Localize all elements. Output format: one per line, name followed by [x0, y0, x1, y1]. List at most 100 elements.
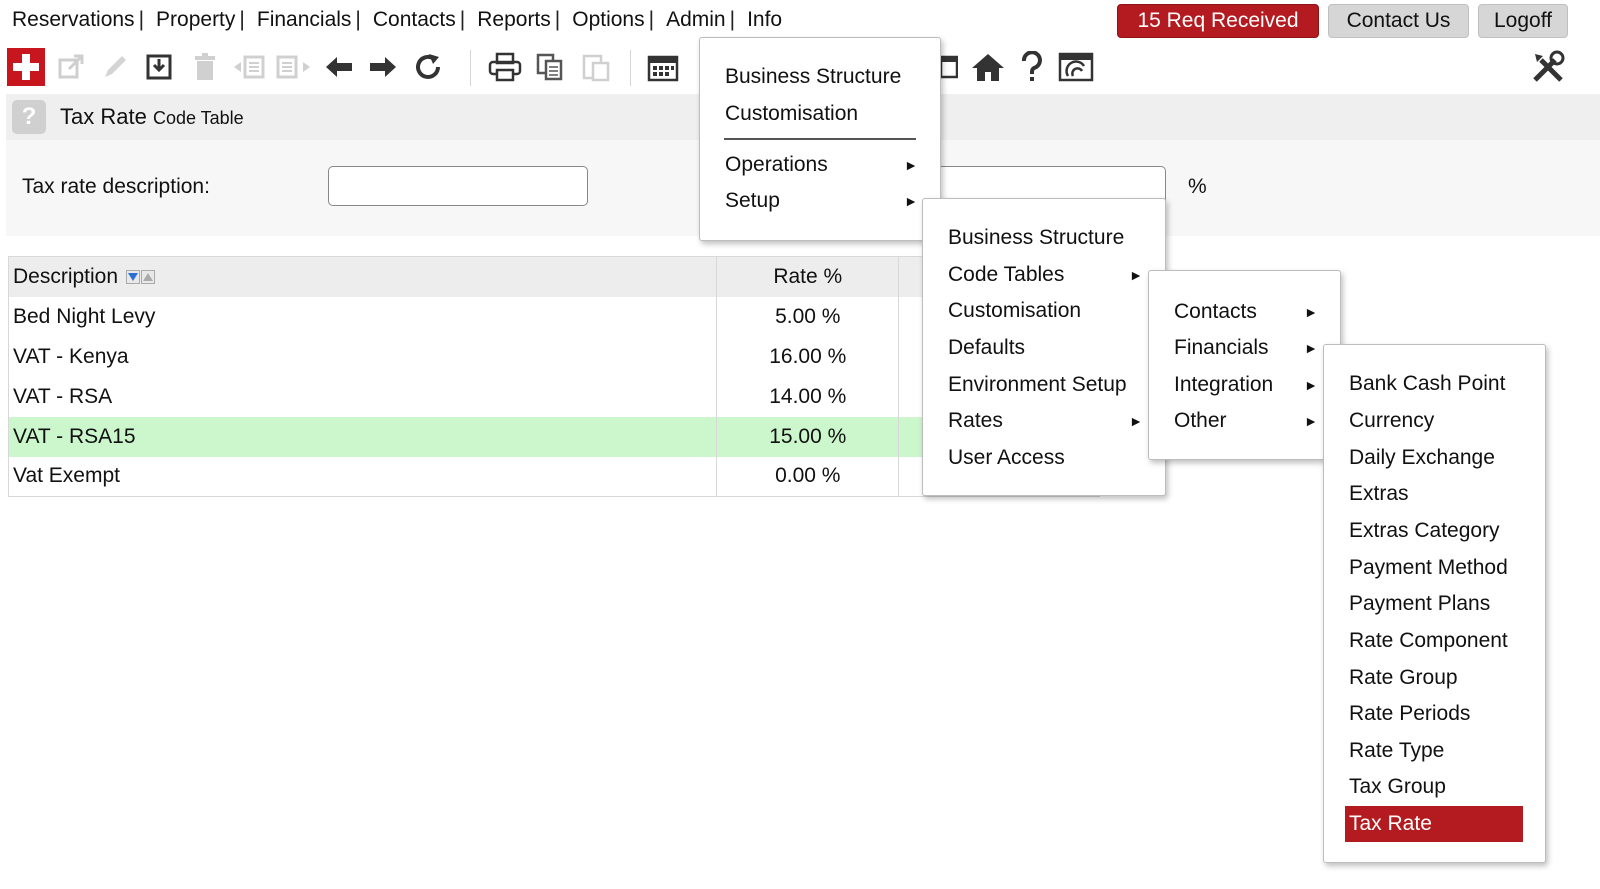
add-icon[interactable] — [6, 44, 46, 90]
financials-menu-rate-periods[interactable]: Rate Periods — [1324, 697, 1545, 731]
menu-reservations[interactable]: Reservations — [12, 8, 135, 32]
menu-item-label: Currency — [1349, 409, 1435, 432]
financials-menu-rate-group[interactable]: Rate Group — [1324, 661, 1545, 695]
sort-controls — [125, 270, 156, 285]
financials-menu-bank-cash-point[interactable]: Bank Cash Point — [1324, 367, 1545, 401]
row-rate: 0.00 % — [716, 456, 900, 497]
submenu-arrow-icon: ► — [1304, 377, 1318, 393]
edit-link-icon[interactable] — [54, 44, 88, 90]
financials-menu-tax-rate[interactable]: Tax Rate — [1345, 806, 1523, 842]
menu-options[interactable]: Options — [572, 8, 644, 32]
percent-label: % — [1188, 175, 1207, 198]
tax-rate-description-label: Tax rate description: — [22, 175, 210, 198]
code-tables-menu-other[interactable]: Other ► — [1149, 404, 1340, 438]
calendar-icon[interactable] — [644, 44, 682, 90]
menu-reports[interactable]: Reports — [477, 8, 551, 32]
tools-icon[interactable] — [1528, 44, 1568, 90]
submenu-arrow-icon: ► — [1129, 267, 1143, 283]
help-badge-icon[interactable]: ? — [12, 100, 46, 134]
setup-menu-defaults[interactable]: Defaults — [923, 331, 1165, 365]
admin-menu-business-structure[interactable]: Business Structure — [700, 60, 940, 94]
copy-icon[interactable] — [532, 44, 568, 90]
setup-menu-user-access[interactable]: User Access — [923, 441, 1165, 475]
logoff-button[interactable]: Logoff — [1478, 4, 1568, 38]
print-icon[interactable] — [486, 44, 524, 90]
back-arrow-icon[interactable] — [322, 44, 356, 90]
financials-code-tables-menu: Bank Cash Point Currency Daily Exchange … — [1323, 344, 1546, 863]
admin-menu: Business Structure Customisation Operati… — [699, 37, 941, 241]
code-tables-menu-financials[interactable]: Financials ► — [1149, 331, 1340, 365]
sort-descending-icon[interactable] — [125, 270, 140, 285]
save-icon[interactable] — [142, 44, 176, 90]
code-tables-menu-integration[interactable]: Integration ► — [1149, 368, 1340, 402]
page-subtitle: Code Table — [152, 108, 244, 128]
menu-item-label: Extras — [1349, 482, 1409, 505]
column-header-description[interactable]: Description — [8, 256, 718, 297]
toolbar-divider — [470, 50, 471, 86]
admin-menu-customisation[interactable]: Customisation — [700, 97, 940, 131]
row-description: Vat Exempt — [8, 456, 718, 497]
financials-menu-daily-exchange[interactable]: Daily Exchange — [1324, 441, 1545, 475]
menu-item-label: Rate Type — [1349, 739, 1445, 762]
row-description: VAT - RSA — [8, 376, 718, 417]
menu-item-label: Daily Exchange — [1349, 446, 1495, 469]
menu-separator: | — [138, 8, 145, 31]
paste-icon[interactable] — [578, 44, 614, 90]
menu-contacts[interactable]: Contacts — [373, 8, 456, 32]
row-rate: 16.00 % — [716, 336, 900, 377]
forward-arrow-icon[interactable] — [366, 44, 400, 90]
tax-rate-description-input[interactable] — [328, 166, 588, 206]
setup-menu-business-structure[interactable]: Business Structure — [923, 221, 1165, 255]
financials-menu-currency[interactable]: Currency — [1324, 404, 1545, 438]
financials-menu-payment-plans[interactable]: Payment Plans — [1324, 587, 1545, 621]
setup-menu-customisation[interactable]: Customisation — [923, 294, 1165, 328]
menu-separator: | — [459, 8, 466, 31]
code-tables-menu: Contacts ► Financials ► Integration ► Other… — [1148, 270, 1341, 460]
column-header-rate[interactable]: Rate % — [716, 256, 900, 297]
menu-separator: | — [729, 8, 736, 31]
admin-menu-operations[interactable]: Operations ► — [700, 148, 940, 182]
window-icon[interactable] — [938, 44, 960, 90]
menu-separator: | — [355, 8, 361, 31]
financials-menu-payment-method[interactable]: Payment Method — [1324, 551, 1545, 585]
menu-info[interactable]: Info — [747, 8, 782, 32]
requests-received-button[interactable]: 15 Req Received — [1117, 4, 1319, 38]
menu-property[interactable]: Property — [156, 8, 235, 32]
pencil-icon[interactable] — [98, 44, 132, 90]
financials-menu-extras-category[interactable]: Extras Category — [1324, 514, 1545, 548]
menu-admin[interactable]: Admin — [666, 8, 726, 32]
trash-icon[interactable] — [188, 44, 222, 90]
contact-us-button[interactable]: Contact Us — [1328, 4, 1469, 38]
admin-menu-setup[interactable]: Setup ► — [700, 184, 940, 218]
menu-item-label: Bank Cash Point — [1349, 372, 1506, 395]
setup-menu-rates[interactable]: Rates ► — [923, 404, 1165, 438]
sort-ascending-icon[interactable] — [140, 270, 155, 285]
code-tables-menu-contacts[interactable]: Contacts ► — [1149, 295, 1340, 329]
menu-financials[interactable]: Financials — [257, 8, 352, 32]
menu-separator: | — [239, 8, 245, 31]
submenu-arrow-icon: ► — [1304, 413, 1318, 429]
move-right-icon[interactable] — [274, 44, 314, 90]
menu-item-label: Rate Periods — [1349, 702, 1471, 725]
financials-menu-rate-component[interactable]: Rate Component — [1324, 624, 1545, 658]
top-menu-bar: Reservations | Property | Financials | Cont… — [12, 6, 782, 34]
setup-menu-code-tables[interactable]: Code Tables ► — [923, 258, 1165, 292]
financials-menu-extras[interactable]: Extras — [1324, 477, 1545, 511]
row-description: Bed Night Levy — [8, 296, 718, 337]
menu-item-label: Operations — [725, 153, 828, 176]
screen-capture-icon[interactable] — [1056, 44, 1096, 90]
menu-separator: | — [554, 8, 561, 31]
page-title-text: Tax Rate — [60, 104, 147, 129]
menu-item-label: Integration — [1174, 373, 1274, 396]
menu-item-label: Payment Plans — [1349, 592, 1491, 615]
financials-menu-tax-group[interactable]: Tax Group — [1324, 770, 1545, 804]
move-left-icon[interactable] — [230, 44, 270, 90]
submenu-arrow-icon: ► — [904, 193, 918, 209]
help-icon[interactable] — [1016, 44, 1048, 90]
submenu-arrow-icon: ► — [1129, 413, 1143, 429]
setup-menu-environment-setup[interactable]: Environment Setup — [923, 368, 1165, 402]
financials-menu-rate-type[interactable]: Rate Type — [1324, 734, 1545, 768]
menu-item-label: Rate Component — [1349, 629, 1508, 652]
refresh-icon[interactable] — [410, 44, 446, 90]
home-icon[interactable] — [968, 44, 1008, 90]
